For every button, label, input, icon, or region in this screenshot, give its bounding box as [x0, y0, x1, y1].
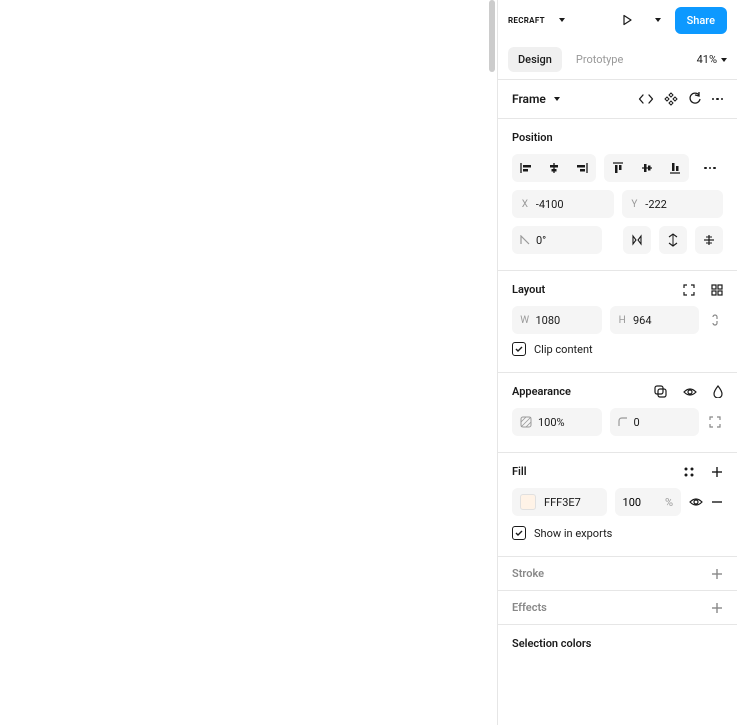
x-input-wrap[interactable]: X — [512, 190, 614, 218]
opacity-input[interactable] — [538, 416, 594, 429]
play-button[interactable] — [613, 6, 641, 34]
flip-v-button[interactable] — [659, 226, 687, 254]
share-button[interactable]: Share — [675, 7, 727, 34]
appearance-section: Appearance — [498, 373, 737, 453]
align-h-center-button[interactable] — [540, 154, 568, 182]
zoom-control[interactable]: 41% — [697, 53, 727, 66]
y-input-wrap[interactable]: Y — [622, 190, 724, 218]
frame-section: Frame — [498, 80, 737, 119]
rotation-icon — [520, 235, 530, 245]
effects-title: Effects — [512, 601, 711, 614]
flip-h-button[interactable] — [623, 226, 651, 254]
align-top-button[interactable] — [604, 154, 632, 182]
add-effect-icon[interactable] — [711, 602, 723, 614]
radius-input-wrap[interactable] — [610, 408, 700, 436]
radius-icon — [618, 417, 628, 427]
top-toolbar: RECRAFT Share — [498, 0, 737, 40]
properties-panel: RECRAFT Share Design Prototype 41% Frame — [497, 0, 737, 725]
fill-opacity-pct: % — [665, 496, 673, 509]
remove-fill-icon[interactable] — [711, 496, 723, 508]
zoom-value: 41% — [697, 53, 717, 66]
y-label: Y — [630, 199, 640, 210]
fill-hex[interactable]: FFF3E7 — [544, 496, 599, 509]
lock-aspect-icon[interactable] — [707, 313, 723, 327]
rotation-input[interactable] — [536, 234, 594, 247]
selection-colors-title: Selection colors — [512, 637, 723, 650]
panel-tabs: Design Prototype 41% — [498, 40, 737, 80]
visibility-icon[interactable] — [683, 387, 697, 397]
rotation-input-wrap[interactable] — [512, 226, 602, 254]
frame-type-chevron[interactable] — [554, 97, 560, 101]
align-right-button[interactable] — [568, 154, 596, 182]
clip-label: Clip content — [534, 343, 593, 356]
layout-title: Layout — [512, 283, 675, 296]
blend-mode-icon[interactable] — [654, 385, 667, 398]
x-label: X — [520, 199, 530, 210]
stroke-section[interactable]: Stroke — [498, 557, 737, 591]
fill-section: Fill FFF3E7 100 % Show in exports — [498, 453, 737, 557]
vertical-scrollbar[interactable] — [489, 0, 495, 72]
clip-content-row[interactable]: Clip content — [512, 342, 723, 356]
brand-chevron[interactable] — [553, 6, 571, 34]
height-input[interactable] — [633, 314, 691, 327]
chevron-down-icon — [721, 58, 727, 62]
frame-title[interactable]: Frame — [512, 92, 546, 106]
appearance-title: Appearance — [512, 385, 646, 398]
stroke-title: Stroke — [512, 567, 711, 580]
fill-swatch[interactable] — [520, 494, 536, 510]
droplet-icon[interactable] — [713, 385, 723, 398]
show-exports-checkbox[interactable] — [512, 526, 526, 540]
align-bottom-button[interactable] — [661, 154, 689, 182]
canvas-area[interactable] — [0, 0, 497, 725]
fill-title: Fill — [512, 465, 675, 478]
tidy-button[interactable] — [695, 226, 723, 254]
h-input-wrap[interactable]: H — [610, 306, 700, 334]
opacity-input-wrap[interactable] — [512, 408, 602, 436]
auto-layout-icon[interactable] — [683, 284, 695, 296]
align-h-group — [512, 154, 596, 182]
grid-icon[interactable] — [711, 284, 723, 296]
play-options-chevron[interactable] — [649, 6, 667, 34]
fill-opacity-value[interactable]: 100 — [623, 496, 642, 509]
align-more-icon[interactable] — [697, 154, 723, 182]
tab-prototype[interactable]: Prototype — [566, 47, 633, 72]
position-title: Position — [512, 131, 723, 144]
add-fill-icon[interactable] — [711, 466, 723, 478]
show-exports-row[interactable]: Show in exports — [512, 526, 723, 540]
align-v-group — [604, 154, 688, 182]
brand-label: RECRAFT — [508, 16, 545, 25]
effects-section[interactable]: Effects — [498, 591, 737, 625]
width-input[interactable] — [535, 314, 593, 327]
dev-mode-icon[interactable] — [638, 93, 654, 105]
styles-icon[interactable] — [683, 466, 695, 478]
y-input[interactable] — [645, 198, 715, 211]
reset-icon[interactable] — [688, 92, 702, 106]
opacity-icon — [520, 416, 532, 428]
layout-section: Layout W H Clip content — [498, 271, 737, 373]
fill-visibility-icon[interactable] — [689, 497, 703, 507]
align-v-center-button[interactable] — [633, 154, 661, 182]
clip-checkbox[interactable] — [512, 342, 526, 356]
fill-color-input[interactable]: FFF3E7 — [512, 488, 607, 516]
x-input[interactable] — [536, 198, 606, 211]
selection-colors-section: Selection colors — [498, 625, 737, 654]
w-label: W — [520, 315, 529, 326]
fill-opacity-input[interactable]: 100 % — [615, 488, 681, 516]
individual-corners-icon[interactable] — [707, 416, 723, 428]
show-exports-label: Show in exports — [534, 527, 612, 540]
h-label: H — [618, 315, 627, 326]
align-left-button[interactable] — [512, 154, 540, 182]
add-stroke-icon[interactable] — [711, 568, 723, 580]
more-icon[interactable] — [712, 98, 724, 101]
w-input-wrap[interactable]: W — [512, 306, 602, 334]
tab-design[interactable]: Design — [508, 47, 562, 72]
component-icon[interactable] — [664, 92, 678, 106]
position-section: Position X Y — [498, 119, 737, 271]
radius-input[interactable] — [634, 416, 692, 429]
